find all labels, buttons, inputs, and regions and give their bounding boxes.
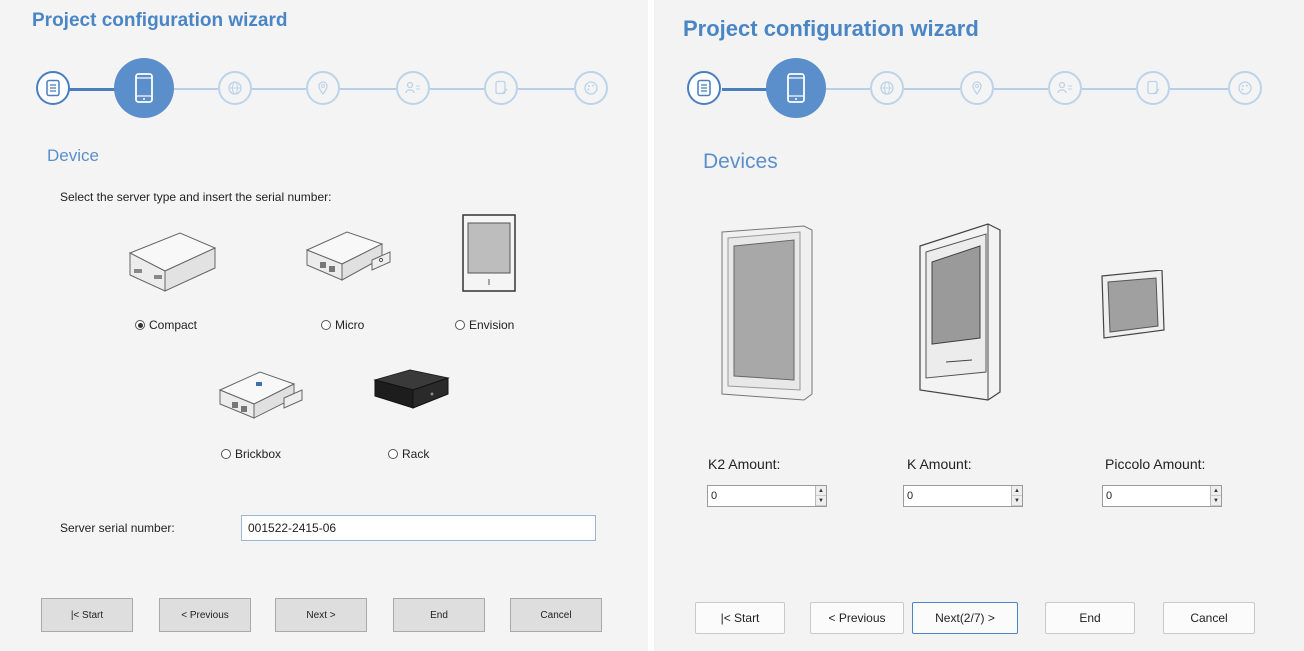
end-button[interactable]: End: [1045, 602, 1135, 634]
step-2-device[interactable]: [766, 58, 826, 118]
step-7-palette[interactable]: [574, 71, 608, 105]
spinner-value[interactable]: 0: [904, 486, 1011, 506]
micro-server-image: [302, 220, 392, 290]
palette-icon: [1238, 81, 1252, 95]
previous-button[interactable]: < Previous: [810, 602, 904, 634]
right-wizard-panel: Project configuration wizard Devices K2 …: [654, 0, 1304, 651]
document-list-icon: [697, 79, 711, 97]
wizard-steps: [0, 58, 648, 118]
instruction-text: Select the server type and insert the se…: [60, 190, 332, 204]
step-6-document-edit[interactable]: [1136, 71, 1170, 105]
radio-circle[interactable]: [455, 320, 465, 330]
step-3-globe[interactable]: [870, 71, 904, 105]
piccolo-amount-label: Piccolo Amount:: [1105, 456, 1206, 472]
spin-down-icon[interactable]: ▼: [816, 496, 826, 506]
section-title: Device: [47, 146, 99, 165]
globe-icon: [880, 81, 894, 95]
end-button[interactable]: End: [393, 598, 485, 632]
document-list-icon: [46, 79, 60, 97]
step-2-device[interactable]: [114, 58, 174, 118]
document-edit-icon: [495, 80, 508, 95]
serial-number-label: Server serial number:: [60, 521, 175, 535]
serial-number-input[interactable]: [241, 515, 596, 541]
palette-icon: [584, 81, 598, 95]
next-button[interactable]: Next >: [275, 598, 367, 632]
spin-up-icon[interactable]: ▲: [816, 486, 826, 496]
mobile-device-icon: [135, 73, 153, 103]
next-button[interactable]: Next(2/7) >: [912, 602, 1018, 634]
radio-envision[interactable]: Envision: [455, 318, 514, 332]
step-7-palette[interactable]: [1228, 71, 1262, 105]
spinner-value[interactable]: 0: [1103, 486, 1210, 506]
previous-button[interactable]: < Previous: [159, 598, 251, 632]
step-1-document[interactable]: [687, 71, 721, 105]
step-1-document[interactable]: [36, 71, 70, 105]
location-pin-icon: [972, 81, 982, 96]
radio-circle[interactable]: [221, 449, 231, 459]
step-4-location[interactable]: [306, 71, 340, 105]
cancel-button[interactable]: Cancel: [1163, 602, 1255, 634]
spinner-value[interactable]: 0: [708, 486, 815, 506]
radio-micro[interactable]: Micro: [321, 318, 364, 332]
radio-label: Compact: [149, 318, 198, 332]
k-panel-image: [916, 222, 1006, 404]
document-edit-icon: [1147, 80, 1160, 95]
wizard-steps: [654, 57, 1304, 118]
spin-down-icon[interactable]: ▼: [1211, 496, 1221, 506]
k2-panel-image: [716, 224, 816, 404]
brickbox-server-image: [212, 362, 307, 422]
radio-circle-selected[interactable]: [135, 320, 145, 330]
start-button[interactable]: |< Start: [41, 598, 133, 632]
user-list-icon: [1057, 81, 1072, 94]
user-list-icon: [405, 81, 420, 94]
spin-down-icon[interactable]: ▼: [1012, 496, 1022, 506]
section-title: Devices: [703, 150, 778, 173]
k-amount-label: K Amount:: [907, 456, 972, 472]
wizard-title: Project configuration wizard: [683, 16, 979, 41]
k2-amount-spinner[interactable]: 0 ▲ ▼: [707, 485, 827, 507]
radio-label: Brickbox: [235, 447, 282, 461]
radio-brickbox[interactable]: Brickbox: [221, 447, 281, 461]
step-3-globe[interactable]: [218, 71, 252, 105]
mobile-device-icon: [787, 73, 805, 103]
radio-label: Rack: [402, 447, 430, 461]
envision-panel-image: [455, 213, 521, 295]
globe-icon: [228, 81, 242, 95]
k-amount-spinner[interactable]: 0 ▲ ▼: [903, 485, 1023, 507]
rack-server-image: [370, 362, 450, 414]
radio-label: Envision: [469, 318, 515, 332]
start-button[interactable]: |< Start: [695, 602, 785, 634]
radio-rack[interactable]: Rack: [388, 447, 429, 461]
step-5-users[interactable]: [1048, 71, 1082, 105]
step-4-location[interactable]: [960, 71, 994, 105]
spin-up-icon[interactable]: ▲: [1012, 486, 1022, 496]
radio-circle[interactable]: [388, 449, 398, 459]
radio-compact[interactable]: Compact: [135, 318, 197, 332]
cancel-button[interactable]: Cancel: [510, 598, 602, 632]
left-wizard-panel: Project configuration wizard Device Sele…: [0, 0, 648, 651]
step-6-document-edit[interactable]: [484, 71, 518, 105]
compact-server-image: [120, 213, 220, 293]
step-5-users[interactable]: [396, 71, 430, 105]
radio-label: Micro: [335, 318, 365, 332]
k2-amount-label: K2 Amount:: [708, 456, 781, 472]
spin-up-icon[interactable]: ▲: [1211, 486, 1221, 496]
location-pin-icon: [318, 81, 328, 96]
wizard-title: Project configuration wizard: [32, 10, 288, 31]
piccolo-amount-spinner[interactable]: 0 ▲ ▼: [1102, 485, 1222, 507]
piccolo-panel-image: [1100, 270, 1166, 342]
radio-circle[interactable]: [321, 320, 331, 330]
